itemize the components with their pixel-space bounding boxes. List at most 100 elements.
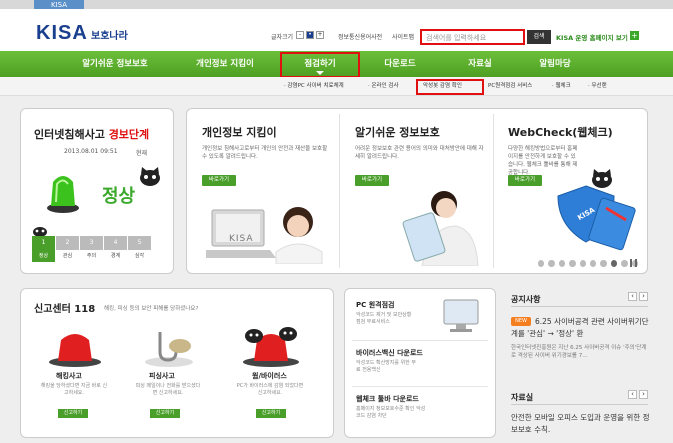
link-sitemap[interactable]: 사이트맵 [392,32,414,41]
alert-status: 정상 [102,186,136,207]
divider [511,306,648,307]
subnav-infected-pc[interactable]: · 감염PC 사이버 치료체계 [284,81,344,89]
report-virus-desc: PC가 바이러스에 감염 되었다면 신고하세요. [236,383,304,396]
computer-icon [443,299,479,332]
library-next-button[interactable]: › [639,390,648,399]
black-cat-icon [140,167,160,186]
library-item[interactable]: 안전한 모바일 오피스 도입과 운영을 위한 정보보호 수칙. [511,412,653,438]
carousel-dot-active[interactable] [610,259,618,267]
green-siren-icon [47,176,79,213]
alert-step-3: 3 [80,236,103,250]
service-vaccine-title[interactable]: 바이러스백신 다운로드 [356,348,423,358]
alert-step-4: 4 [104,236,127,250]
alert-level-interest: 관심 [62,253,73,259]
report-hacking-button[interactable]: 신고하기 [58,409,88,418]
alert-step-5: 5 [128,236,151,250]
top-band [0,0,673,9]
card-webcheck-title: WebCheck(웹체크) [508,126,613,139]
carousel-dot[interactable] [569,259,576,267]
subnav-remote-check[interactable]: PC원격점검 서비스 [488,81,532,89]
plus-icon[interactable]: + [630,31,639,40]
divider [511,404,648,405]
report-subtitle: 해킹, 피싱 등의 보안 피해를 당하셨나요? [104,306,199,312]
laptop-girl-image [206,207,323,264]
alert-level-normal: 정상 [32,250,55,262]
notice-next-button[interactable]: › [639,292,648,301]
font-increase-button[interactable]: + [316,31,324,39]
notice-headline[interactable]: 6.25 사이버공격 관련 사이버위기단계를 '관심' → '정상' 환 [511,316,653,340]
nav-download[interactable]: 다운로드 [370,51,430,77]
report-hacking-desc: 해킹을 당하셨다면 지금 바로 신고하세요. [40,383,108,396]
divider [352,386,488,387]
red-siren-icon [49,334,101,367]
report-phishing-desc: 피싱 메일이나 전화를 받으셨다면 신고하세요. [135,383,201,396]
link-glossary[interactable]: 정보통신용어사전 [338,32,382,41]
carousel-dot[interactable] [558,259,566,267]
carousel-dot[interactable] [600,259,607,267]
alert-date: 2013.08.01 09:51 [64,148,118,155]
card-basics-desc: 어려운 정보보호 관련 용어의 의미와 대처방안에 대해 자세히 알려드립니다. [355,146,484,160]
card-webcheck-button[interactable]: 바로가기 [508,175,542,186]
alert-title: 인터넷침해사고 경보단계 [34,126,149,142]
card-privacy-button[interactable]: 바로가기 [202,175,236,186]
nav-library[interactable]: 자료실 [450,51,510,77]
nav-privacy[interactable]: 개인정보 지킴이 [180,51,270,77]
report-virus-title: 웜/바이러스 [252,372,287,380]
subnav-online-scan[interactable]: · 온라인 검사 [368,81,399,89]
notice-body: 한국인터넷진흥원은 지난 6.25 사이버공격 이슈 '주의'단계로 격상된 사… [511,345,647,359]
service-remote-desc: 악성코드 제거 및 보안상황 점검 무료서비스 [356,312,412,325]
library-prev-button[interactable]: ‹ [628,390,637,399]
black-cat-icon [592,169,612,188]
laptop-kisa-label: KISA [229,234,254,244]
report-virus-button[interactable]: 신고하기 [256,409,286,418]
alert-now: 현재 [136,150,148,157]
carousel-dot[interactable] [548,259,555,267]
portal-link[interactable]: KISA 운영 홈페이지 보기 [556,32,628,42]
card-privacy-desc: 개인정보 침해사고로부터 개인의 안전과 재산을 보호할 수 있도록 알려드립니… [202,146,328,160]
alert-level-serious: 심각 [134,253,145,259]
report-phishing-button[interactable]: 신고하기 [150,409,180,418]
carousel-dot[interactable] [579,259,587,267]
card-privacy-title: 개인정보 지킴이 [202,126,277,139]
report-hacking-title: 해킹사고 [56,372,82,380]
carousel-dots [538,259,639,267]
carousel-dot[interactable] [538,259,545,267]
nav-security-basics[interactable]: 알기쉬운 정보보호 [70,51,160,77]
service-toolbar-title[interactable]: 웹체크 툴바 다운로드 [356,394,419,404]
logo-subtitle: 보호나라 [91,31,128,42]
font-decrease-button[interactable]: - [296,31,304,39]
service-remote-title[interactable]: PC 원격점검 [356,300,394,310]
alert-level-warning: 경계 [110,253,121,259]
divider [493,114,494,268]
alert-level-caution: 주의 [86,253,97,259]
card-webcheck-desc: 다양한 해킹방법으로부터 홈페이지를 안전하게 보호할 수 있습니다. 웹체크 … [508,146,578,176]
notice-title: 공지사항 [511,295,541,304]
tablet-woman-image [402,191,479,266]
subnav-wireless[interactable]: · 무선랜 [588,81,607,89]
phishing-hook-icon [145,332,193,367]
carousel-dot[interactable] [621,259,628,267]
kisa-logo[interactable]: KISA [36,22,88,45]
subnav-webcheck[interactable]: · 웹체크 [552,81,571,89]
nav-check-highlight [280,52,360,78]
pause-icon[interactable] [630,259,637,267]
notice-prev-button[interactable]: ‹ [628,292,637,301]
card-basics-title: 알기쉬운 정보보호 [355,126,440,139]
alert-title-b: 경보단계 [108,128,150,141]
search-input[interactable]: 검색어를 입력하세요 [420,29,525,45]
alert-step-2: 2 [56,236,79,250]
alert-title-a: 인터넷침해사고 [34,128,105,141]
font-reset-button[interactable]: • [306,31,314,39]
virus-cats-icon [243,327,299,367]
service-vaccine-desc: 악성코드 확산방지를 위한 무료 전용백신 [356,360,416,373]
report-phishing-title: 피싱사고 [149,372,175,380]
font-size-label: 글자크기 [271,34,294,41]
report-title: 신고센터 118 [34,304,96,315]
search-button[interactable]: 검색 [527,30,551,44]
card-basics-button[interactable]: 바로가기 [355,175,389,186]
nav-notices[interactable]: 알림마당 [520,51,590,77]
subnav-bot-check-highlight [416,79,484,95]
carousel-dot[interactable] [590,259,597,267]
alert-step-1: 1 [32,236,55,250]
webcheck-shield-image [557,185,636,251]
